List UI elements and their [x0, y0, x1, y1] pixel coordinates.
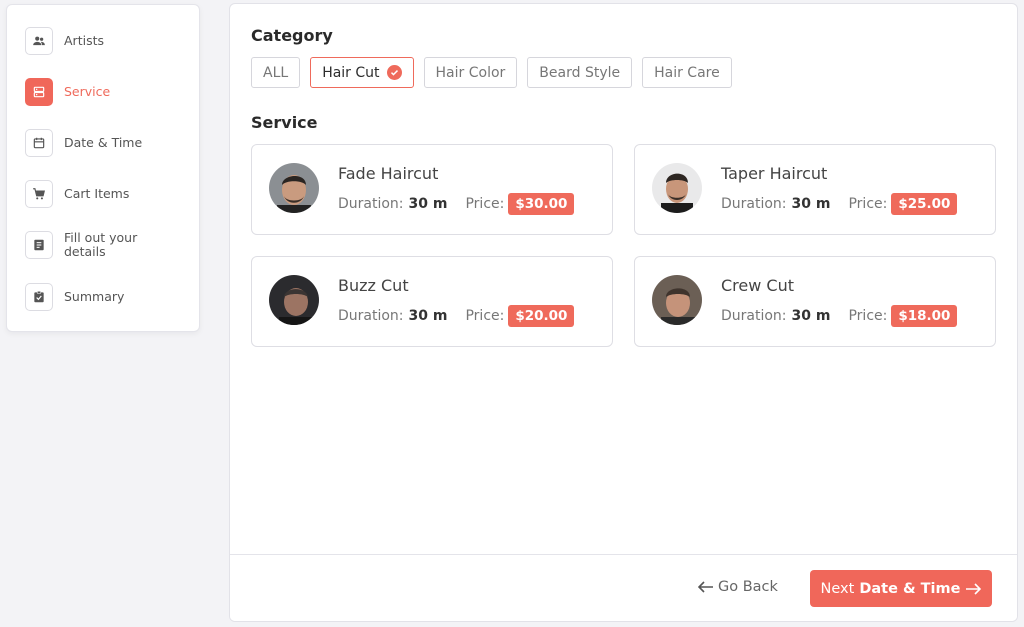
- service-name: Buzz Cut: [338, 276, 409, 295]
- service-photo: [652, 163, 702, 213]
- service-meta: Duration: 30 m Price: $20.00: [338, 305, 575, 327]
- check-circle-icon: [386, 65, 402, 80]
- duration-value: 30 m: [408, 308, 448, 324]
- next-button[interactable]: Next Date & Time: [810, 570, 992, 607]
- duration-label: Duration:: [721, 196, 787, 212]
- service-photo: [652, 275, 702, 325]
- category-chip-hair-care[interactable]: Hair Care: [642, 57, 732, 88]
- service-card-fade-haircut[interactable]: Fade Haircut Duration: 30 m Price: $30.0…: [251, 144, 613, 235]
- service-photo: [269, 275, 319, 325]
- step-cart-items[interactable]: Cart Items: [25, 180, 129, 208]
- service-meta: Duration: 30 m Price: $18.00: [721, 305, 958, 327]
- main-panel: Category ALL Hair Cut Hair Color Beard S…: [229, 3, 1018, 622]
- chip-label: Hair Color: [435, 64, 506, 81]
- step-service[interactable]: Service: [25, 78, 110, 106]
- chip-label: Beard Style: [539, 64, 621, 81]
- category-chip-all[interactable]: ALL: [251, 57, 301, 88]
- price-badge: $25.00: [891, 193, 958, 215]
- chip-label: ALL: [263, 64, 289, 81]
- step-label: Service: [64, 84, 111, 99]
- price-label: Price:: [465, 196, 505, 212]
- next-step-label: Date & Time: [859, 580, 961, 597]
- arrow-left-icon: [698, 581, 713, 593]
- service-meta: Duration: 30 m Price: $25.00: [721, 193, 958, 215]
- duration-value: 30 m: [791, 196, 831, 212]
- category-chip-hair-cut[interactable]: Hair Cut: [310, 57, 414, 88]
- step-artists[interactable]: Artists: [25, 27, 104, 55]
- next-prefix: Next: [820, 580, 855, 597]
- service-card-buzz-cut[interactable]: Buzz Cut Duration: 30 m Price: $20.00: [251, 256, 613, 347]
- price-badge: $18.00: [891, 305, 958, 327]
- category-chip-beard-style[interactable]: Beard Style: [527, 57, 633, 88]
- price-label: Price:: [848, 196, 888, 212]
- chip-label: Hair Care: [654, 64, 720, 81]
- service-title: Service: [251, 113, 318, 132]
- cart-icon: [25, 180, 53, 208]
- step-label: Date & Time: [64, 135, 143, 150]
- category-title: Category: [251, 26, 333, 45]
- price-label: Price:: [465, 308, 505, 324]
- step-label: Fill out your details: [64, 230, 138, 259]
- people-icon: [25, 27, 53, 55]
- step-label: Cart Items: [64, 186, 130, 201]
- step-date-time[interactable]: Date & Time: [25, 129, 142, 157]
- service-card-taper-haircut[interactable]: Taper Haircut Duration: 30 m Price: $25.…: [634, 144, 996, 235]
- service-name: Crew Cut: [721, 276, 794, 295]
- step-label: Summary: [64, 289, 125, 304]
- go-back-button[interactable]: Go Back: [698, 579, 778, 595]
- category-chip-hair-color[interactable]: Hair Color: [423, 57, 518, 88]
- service-name: Taper Haircut: [721, 164, 828, 183]
- arrow-right-icon: [966, 582, 982, 595]
- clipboard-check-icon: [25, 283, 53, 311]
- step-details[interactable]: Fill out your details: [25, 231, 160, 259]
- duration-value: 30 m: [408, 196, 448, 212]
- go-back-label: Go Back: [718, 579, 778, 595]
- category-filter: ALL Hair Cut Hair Color Beard Style Hair…: [251, 57, 732, 88]
- step-summary[interactable]: Summary: [25, 283, 124, 311]
- service-name: Fade Haircut: [338, 164, 439, 183]
- duration-label: Duration:: [338, 196, 404, 212]
- price-badge: $20.00: [508, 305, 575, 327]
- duration-value: 30 m: [791, 308, 831, 324]
- duration-label: Duration:: [721, 308, 787, 324]
- chip-label: Hair Cut: [322, 64, 380, 81]
- price-badge: $30.00: [508, 193, 575, 215]
- duration-label: Duration:: [338, 308, 404, 324]
- service-photo: [269, 163, 319, 213]
- service-icon: [25, 78, 53, 106]
- calendar-icon: [25, 129, 53, 157]
- form-icon: [25, 231, 53, 259]
- service-card-crew-cut[interactable]: Crew Cut Duration: 30 m Price: $18.00: [634, 256, 996, 347]
- step-sidebar: Artists Service Date & Time Cart Items F…: [6, 4, 200, 332]
- step-label: Artists: [64, 33, 104, 48]
- service-meta: Duration: 30 m Price: $30.00: [338, 193, 575, 215]
- wizard-footer: Go Back Next Date & Time: [230, 554, 1017, 621]
- price-label: Price:: [848, 308, 888, 324]
